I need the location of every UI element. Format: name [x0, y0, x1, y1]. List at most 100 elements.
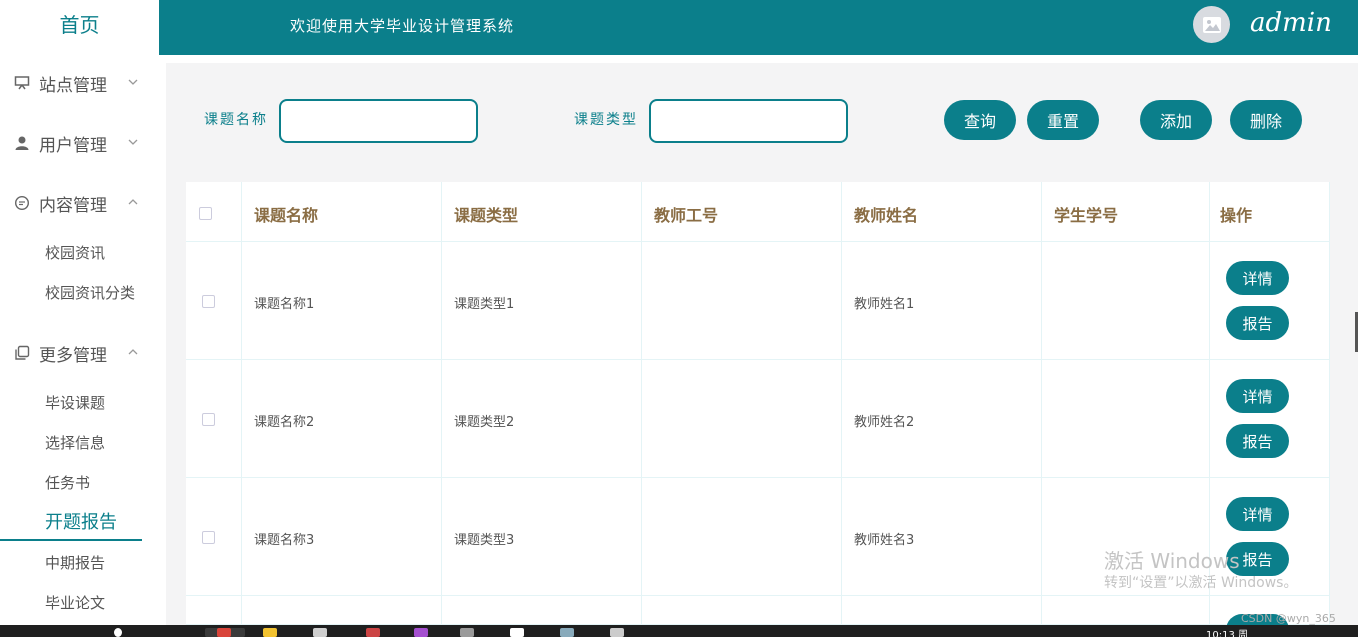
sidebar-group-label: 内容管理 — [39, 195, 107, 216]
table-cell: 教师姓名3 — [842, 478, 1042, 596]
cell-topic-name: 课题名称3 — [254, 533, 315, 548]
select-all-checkbox[interactable] — [199, 207, 212, 220]
chevron-down-icon — [128, 79, 138, 85]
table-cell: 课题名称2 — [242, 360, 442, 478]
taskbar-clock[interactable]: 10:13 周 — [1206, 626, 1248, 637]
chrome-icon[interactable] — [217, 628, 231, 637]
header-checkbox-cell — [186, 182, 242, 242]
cell-topic-type: 课题类型2 — [454, 415, 515, 430]
chevron-down-icon — [128, 139, 138, 145]
sidebar-item-task-book[interactable]: 任务书 — [45, 472, 90, 494]
table-row — [186, 360, 242, 478]
cell-teacher-name: 教师姓名2 — [854, 415, 915, 430]
add-button[interactable]: 添加 — [1140, 100, 1212, 140]
column-header: 教师工号 — [642, 182, 842, 242]
table-cell — [1042, 596, 1210, 625]
cell-teacher-name: 教师姓名1 — [854, 297, 915, 312]
detail-button[interactable]: 详情 — [1226, 379, 1289, 413]
query-button[interactable]: 查询 — [944, 100, 1016, 140]
row-checkbox[interactable] — [202, 413, 215, 426]
app-icon[interactable] — [560, 628, 574, 637]
sidebar-item-news-category[interactable]: 校园资讯分类 — [45, 282, 135, 304]
table-cell — [642, 596, 842, 625]
sidebar-group-user[interactable]: 用户管理 — [0, 128, 159, 158]
column-header-label: 教师姓名 — [854, 206, 919, 225]
table-cell — [842, 596, 1042, 625]
username[interactable]: admin — [1250, 8, 1332, 38]
app-icon[interactable] — [263, 628, 277, 637]
app-icon[interactable] — [510, 628, 524, 637]
active-indicator — [0, 539, 142, 541]
detail-button[interactable]: 详情 — [1226, 497, 1289, 531]
avatar[interactable] — [1193, 6, 1230, 43]
table-cell — [242, 596, 442, 625]
os-taskbar: 10:13 周 — [0, 625, 1358, 637]
table-cell — [1042, 360, 1210, 478]
column-header: 教师姓名 — [842, 182, 1042, 242]
app-icon[interactable] — [313, 628, 327, 637]
column-header-label: 操作 — [1220, 206, 1253, 225]
app-icon[interactable] — [610, 628, 624, 637]
column-header-label: 课题名称 — [254, 206, 319, 225]
table-cell — [642, 242, 842, 360]
column-header-label: 课题类型 — [454, 206, 519, 225]
topic-name-label: 课题名称 — [204, 112, 268, 128]
column-header-label: 学生学号 — [1054, 206, 1119, 225]
sidebar-home[interactable]: 首页 — [0, 0, 159, 52]
row-checkbox[interactable] — [202, 531, 215, 544]
column-header: 学生学号 — [1042, 182, 1210, 242]
delete-button[interactable]: 删除 — [1230, 100, 1302, 140]
reset-button[interactable]: 重置 — [1027, 100, 1099, 140]
sidebar-group-content[interactable]: 内容管理 — [0, 188, 159, 218]
sidebar-item-selections[interactable]: 选择信息 — [45, 432, 105, 454]
detail-button[interactable]: 详情 — [1226, 261, 1289, 295]
table-row — [186, 242, 242, 360]
topic-type-label: 课题类型 — [574, 112, 638, 128]
table-cell: 课题名称3 — [242, 478, 442, 596]
search-icon[interactable] — [114, 628, 122, 637]
table-cell-actions: 详情 报告 — [1210, 360, 1330, 478]
sidebar-item-proposal-report[interactable]: 开题报告 — [45, 512, 117, 534]
sidebar-item-thesis[interactable]: 毕业论文 — [45, 592, 105, 614]
table-row — [186, 596, 242, 625]
row-checkbox[interactable] — [202, 295, 215, 308]
cell-teacher-name: 教师姓名3 — [854, 533, 915, 548]
table-row — [186, 478, 242, 596]
table-cell — [642, 360, 842, 478]
table-cell: 课题类型2 — [442, 360, 642, 478]
activation-watermark-subtitle: 转到“设置”以激活 Windows。 — [1104, 575, 1298, 591]
report-button[interactable]: 报告 — [1226, 306, 1289, 340]
table-cell — [1042, 242, 1210, 360]
sidebar-group-more[interactable]: 更多管理 — [0, 338, 159, 368]
column-header: 操作 — [1210, 182, 1330, 242]
display-icon — [14, 75, 30, 91]
cell-topic-type: 课题类型1 — [454, 297, 515, 312]
page-title: 欢迎使用大学毕业设计管理系统 — [290, 17, 515, 35]
sidebar-group-site[interactable]: 站点管理 — [0, 68, 159, 98]
copy-icon — [14, 345, 30, 361]
sidebar-item-campus-news[interactable]: 校园资讯 — [45, 242, 105, 264]
table-cell — [642, 478, 842, 596]
cell-topic-type: 课题类型3 — [454, 533, 515, 548]
table-cell: 教师姓名1 — [842, 242, 1042, 360]
table-cell: 课题类型1 — [442, 242, 642, 360]
table-cell — [442, 596, 642, 625]
topic-type-input[interactable] — [649, 99, 848, 143]
sidebar-group-label: 用户管理 — [39, 135, 107, 156]
cell-topic-name: 课题名称2 — [254, 415, 315, 430]
app-icon[interactable] — [366, 628, 380, 637]
sidebar-item-midterm-report[interactable]: 中期报告 — [45, 552, 105, 574]
source-watermark: CSDN @wyn_365 — [1241, 612, 1336, 625]
chevron-up-icon — [128, 199, 138, 205]
sidebar-group-label: 站点管理 — [39, 75, 107, 96]
sidebar-item-topics[interactable]: 毕设课题 — [45, 392, 105, 414]
app-icon[interactable] — [460, 628, 474, 637]
activation-watermark-title: 激活 Windows — [1104, 549, 1240, 573]
chat-icon — [14, 195, 30, 211]
cell-topic-name: 课题名称1 — [254, 297, 315, 312]
topic-name-input[interactable] — [279, 99, 478, 143]
sidebar: 首页 站点管理 用户管理 内容管理 校园资讯 校园资讯分类 更多管理 毕设课题 … — [0, 0, 159, 625]
app-icon[interactable] — [414, 628, 428, 637]
report-button[interactable]: 报告 — [1226, 424, 1289, 458]
table-cell: 课题名称1 — [242, 242, 442, 360]
